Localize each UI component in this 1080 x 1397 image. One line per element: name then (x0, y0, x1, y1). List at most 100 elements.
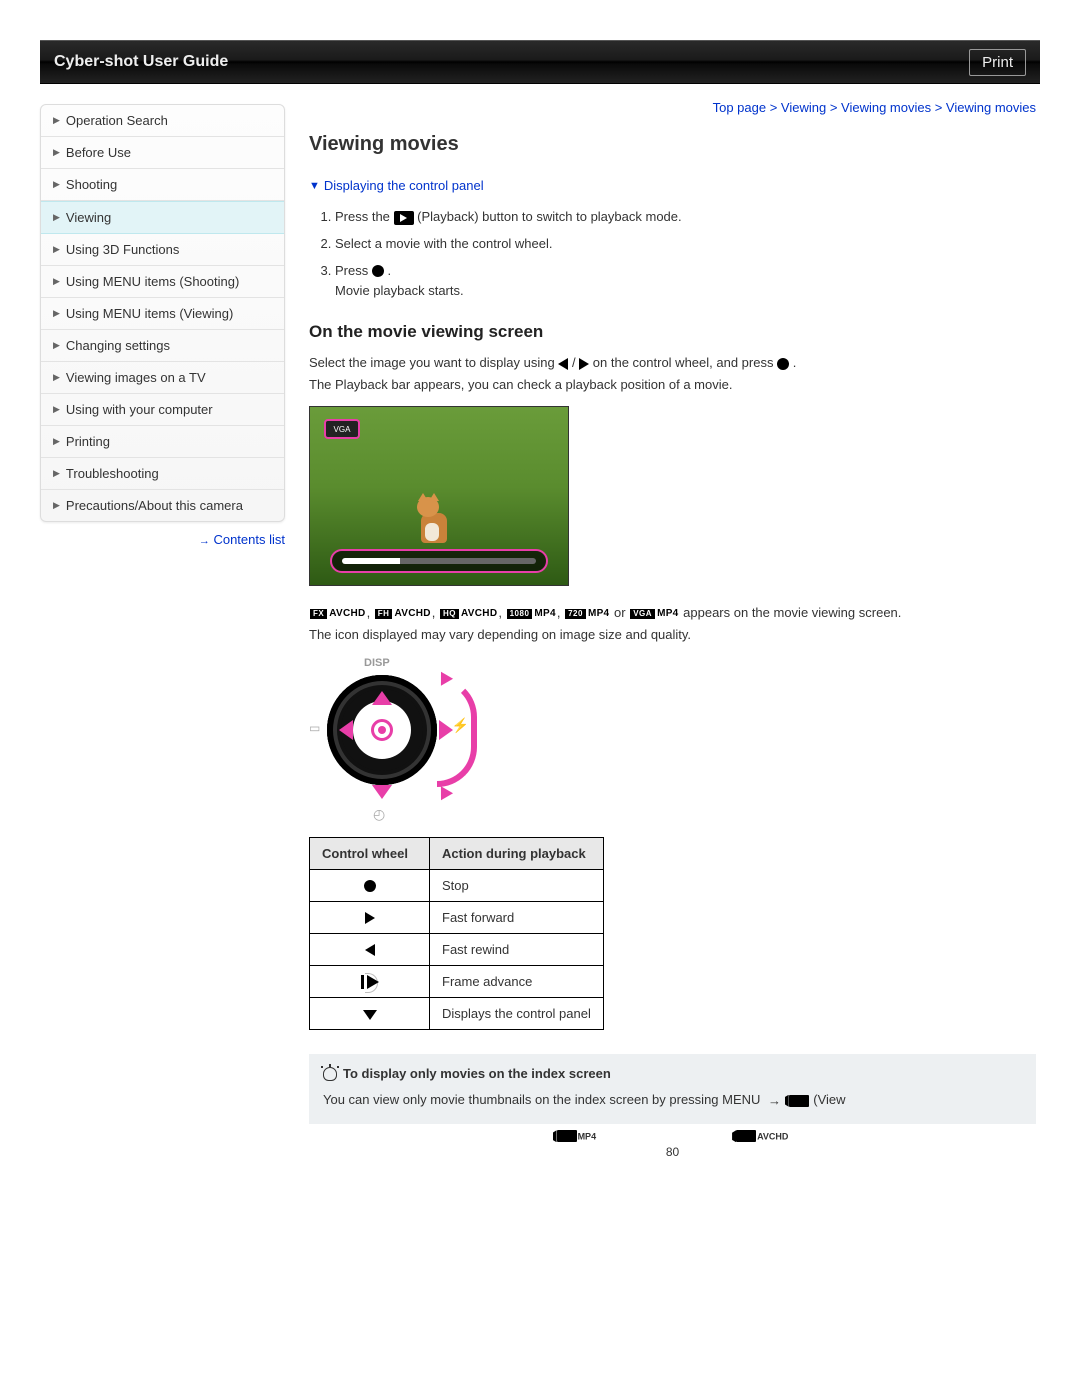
sidebar-item-label: Using with your computer (66, 402, 213, 417)
text: appears on the movie viewing screen. (683, 605, 901, 620)
breadcrumb[interactable]: Top page > Viewing > Viewing movies > Vi… (309, 100, 1036, 115)
text: The icon displayed may vary depending on… (309, 627, 691, 642)
film-icon (557, 1130, 577, 1142)
chevron-right-icon: ▶ (53, 340, 60, 351)
print-button[interactable]: Print (969, 49, 1026, 76)
sidebar-item-operation-search[interactable]: ▶ Operation Search (41, 105, 284, 137)
sidebar-item-viewing[interactable]: ▶ Viewing (41, 201, 284, 234)
page-title: Viewing movies (309, 133, 1036, 156)
vga-badge: VGA (324, 419, 360, 439)
action-table: Control wheel Action during playback Sto… (309, 837, 604, 1031)
chevron-right-icon: ▶ (53, 276, 60, 287)
triangle-right-icon (579, 358, 589, 370)
tip-title-text: To display only movies on the index scre… (343, 1066, 611, 1081)
page-number: 80 (309, 1145, 1036, 1159)
step-1: Press the (Playback) button to switch to… (335, 207, 1036, 228)
format-avchd: AVCHD (736, 1128, 788, 1143)
step-text: Press (335, 263, 372, 278)
triangle-down-icon (363, 1010, 377, 1020)
center-button-icon (364, 880, 376, 892)
sidebar-item-precautions[interactable]: ▶Precautions/About this camera (41, 490, 284, 521)
sidebar-item-troubleshooting[interactable]: ▶ Troubleshooting (41, 458, 284, 490)
step-text: (Playback) button to switch to playback … (417, 209, 681, 224)
sidebar-item-label: Using 3D Functions (66, 242, 179, 257)
text: or (614, 605, 629, 620)
table-row: Displays the control panel (310, 998, 604, 1030)
table-cell: Fast forward (430, 901, 604, 933)
chevron-right-icon: ▶ (53, 468, 60, 479)
sidebar-item-label: Shooting (66, 177, 117, 192)
anchor-link-label: Displaying the control panel (324, 178, 484, 193)
wheel-up-icon (372, 691, 392, 705)
format-badge-fx: FXAVCHD (310, 605, 366, 622)
table-header: Control wheel (310, 837, 430, 869)
paragraph: Select the image you want to display usi… (309, 352, 1036, 396)
text: Select the image you want to display usi… (309, 355, 558, 370)
table-cell: Displays the control panel (430, 998, 604, 1030)
playback-bar (330, 549, 548, 573)
sidebar-item-label: Changing settings (66, 338, 170, 353)
table-row: Stop (310, 869, 604, 901)
tip-text: You can view only movie thumbnails on th… (323, 1089, 1022, 1112)
format-badge-1080: 1080MP4 (507, 605, 556, 622)
sidebar: ▶Operation Search ▶Before Use ▶Shooting … (40, 94, 285, 1159)
arrow-right-icon: → (768, 1090, 781, 1112)
sidebar-item-label: Using MENU items (Shooting) (66, 274, 239, 289)
format-badge-fh: FHAVCHD (375, 605, 431, 622)
wheel-down-icon (372, 785, 392, 799)
sidebar-item-menu-shooting[interactable]: ▶ Using MENU items (Shooting) (41, 266, 284, 298)
format-badge-720: 720MP4 (565, 605, 609, 622)
flash-icon: ⚡ (452, 717, 469, 734)
text: The Playback bar appears, you can check … (309, 377, 732, 392)
sidebar-item-label: Troubleshooting (66, 466, 159, 481)
tip-box: To display only movies on the index scre… (309, 1054, 1036, 1124)
frame-advance-icon (361, 975, 379, 989)
chevron-right-icon: ▶ (53, 244, 60, 255)
table-cell: Frame advance (430, 965, 604, 998)
sidebar-item-label: Viewing images on a TV (66, 370, 206, 385)
triangle-left-icon (558, 358, 568, 370)
sidebar-item-tv[interactable]: ▶ Viewing images on a TV (41, 362, 284, 394)
playback-button-icon (394, 211, 414, 225)
sidebar-item-label: Viewing (66, 210, 111, 225)
sample-image-cat (415, 491, 461, 543)
control-wheel-figure: DISP ▭ ⚡ ◴ (309, 657, 469, 817)
nav-menu: ▶Operation Search ▶Before Use ▶Shooting … (40, 104, 285, 522)
contents-list-link[interactable]: Contents list (213, 532, 285, 547)
section-heading: On the movie viewing screen (309, 322, 1036, 342)
sidebar-item-shooting[interactable]: ▶ Shooting (41, 169, 284, 201)
sidebar-item-computer[interactable]: ▶Using with your computer (41, 394, 284, 426)
sidebar-item-label: Printing (66, 434, 110, 449)
format-badge-hq: HQAVCHD (440, 605, 497, 622)
table-row: Fast rewind (310, 933, 604, 965)
text: You can view only movie thumbnails on th… (323, 1092, 764, 1107)
main-content: Top page > Viewing > Viewing movies > Vi… (305, 94, 1040, 1159)
center-button-icon (372, 265, 384, 277)
chevron-right-icon: ▶ (53, 372, 60, 383)
header-bar: Cyber-shot User Guide Print (40, 40, 1040, 84)
step-3: Press . Movie playback starts. (335, 261, 1036, 303)
chevron-right-icon: ▶ (53, 179, 60, 190)
disp-label: DISP (364, 657, 390, 669)
sidebar-item-before-use[interactable]: ▶Before Use (41, 137, 284, 169)
sidebar-item-printing[interactable]: ▶Printing (41, 426, 284, 458)
step-text: Press the (335, 209, 394, 224)
center-button-icon (777, 358, 789, 370)
step-text: . (387, 263, 391, 278)
bulb-icon (323, 1067, 337, 1081)
sidebar-item-label: Operation Search (66, 113, 168, 128)
sidebar-item-menu-viewing[interactable]: ▶Using MENU items (Viewing) (41, 298, 284, 330)
chevron-right-icon: ▶ (53, 115, 60, 126)
text: . (793, 355, 797, 370)
sidebar-item-settings[interactable]: ▶ Changing settings (41, 330, 284, 362)
film-icon (736, 1130, 756, 1142)
table-header: Action during playback (430, 837, 604, 869)
format-badge-vga: VGAMP4 (630, 605, 678, 622)
burst-icon: ▭ (309, 721, 320, 735)
anchor-link-displaying[interactable]: ▼ Displaying the control panel (309, 178, 1036, 193)
sidebar-item-3d[interactable]: ▶ Using 3D Functions (41, 234, 284, 266)
table-row: Fast forward (310, 901, 604, 933)
text: / (572, 355, 579, 370)
text: (View (813, 1092, 845, 1107)
chevron-right-icon: ▶ (53, 212, 60, 223)
